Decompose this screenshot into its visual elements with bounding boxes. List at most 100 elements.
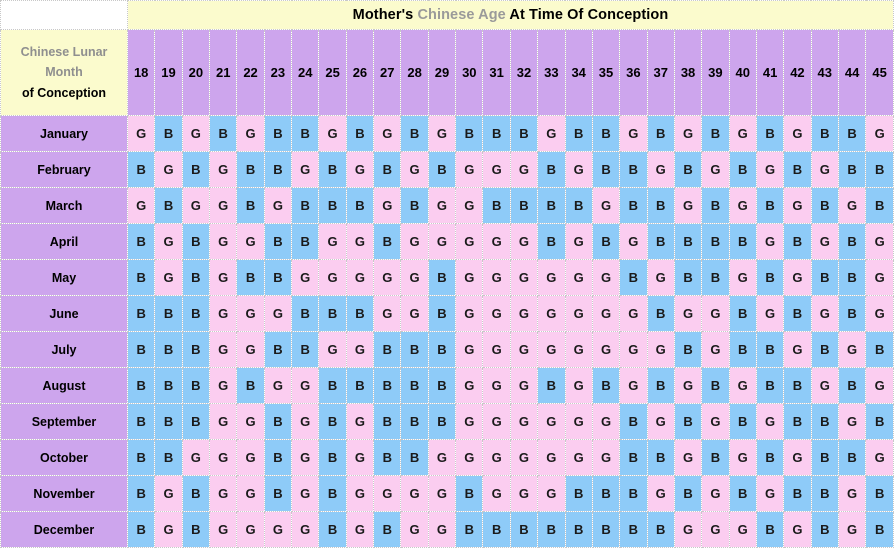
prediction-cell: B xyxy=(126,295,156,332)
prediction-cell: B xyxy=(837,115,867,152)
prediction-cell: B xyxy=(345,115,375,152)
prediction-cell: B xyxy=(865,151,894,188)
prediction-cell: G xyxy=(673,367,703,404)
prediction-cell: B xyxy=(181,511,211,548)
prediction-cell: G xyxy=(591,403,621,440)
prediction-cell: B xyxy=(564,475,593,512)
gender-prediction-table: Mother's Chinese Age At Time Of Concepti… xyxy=(0,0,894,548)
prediction-cell: B xyxy=(673,223,703,260)
prediction-cell: B xyxy=(783,475,812,512)
prediction-cell: B xyxy=(537,223,566,260)
prediction-cell: B xyxy=(564,511,593,548)
prediction-cell: G xyxy=(181,115,211,152)
prediction-cell: B xyxy=(646,187,675,224)
prediction-cell: B xyxy=(263,223,293,260)
prediction-cell: B xyxy=(673,403,703,440)
age-column-header: 44 xyxy=(837,29,867,116)
prediction-cell: B xyxy=(564,115,593,152)
lunar-month-header: Chinese Lunar Month of Conception xyxy=(0,29,128,116)
prediction-cell: G xyxy=(154,511,183,548)
prediction-cell: G xyxy=(209,259,238,296)
prediction-cell: G xyxy=(564,403,593,440)
prediction-cell: G xyxy=(263,295,293,332)
prediction-cell: B xyxy=(755,439,785,476)
prediction-cell: G xyxy=(537,115,566,152)
prediction-cell: B xyxy=(701,259,730,296)
prediction-cell: B xyxy=(427,151,457,188)
prediction-cell: B xyxy=(810,511,839,548)
prediction-cell: B xyxy=(619,439,648,476)
prediction-cell: B xyxy=(263,403,293,440)
prediction-cell: B xyxy=(154,439,183,476)
prediction-cell: B xyxy=(482,511,511,548)
prediction-cell: G xyxy=(427,439,457,476)
prediction-cell: G xyxy=(400,259,429,296)
prediction-cell: G xyxy=(455,223,484,260)
prediction-cell: B xyxy=(755,259,785,296)
age-column-header: 36 xyxy=(619,29,648,116)
prediction-cell: G xyxy=(181,439,211,476)
prediction-cell: B xyxy=(537,367,566,404)
prediction-cell: G xyxy=(564,223,593,260)
prediction-cell: G xyxy=(646,475,675,512)
chinese-gender-chart: Mother's Chinese Age At Time Of Concepti… xyxy=(0,0,894,548)
age-column-header: 32 xyxy=(509,29,539,116)
age-column-header: 24 xyxy=(291,29,320,116)
prediction-cell: G xyxy=(783,439,812,476)
prediction-cell: G xyxy=(701,151,730,188)
prediction-cell: B xyxy=(810,439,839,476)
prediction-cell: B xyxy=(865,511,894,548)
prediction-cell: B xyxy=(646,115,675,152)
prediction-cell: G xyxy=(455,439,484,476)
title-highlight: Chinese Age xyxy=(417,7,506,23)
prediction-cell: G xyxy=(810,295,839,332)
prediction-cell: G xyxy=(564,151,593,188)
table-row: August B B B G B G G B B B B B G G G B G B G B G B G B B G B G xyxy=(0,367,894,404)
prediction-cell: B xyxy=(728,151,757,188)
prediction-cell: B xyxy=(318,511,347,548)
table-row: May B G B G B B G G G G G B G G G G G G B G B B G B G B B G xyxy=(0,259,894,296)
prediction-cell: G xyxy=(537,403,566,440)
prediction-cell: B xyxy=(427,403,457,440)
prediction-cell: G xyxy=(263,367,293,404)
prediction-cell: B xyxy=(728,475,757,512)
prediction-cell: G xyxy=(345,223,375,260)
prediction-cell: G xyxy=(345,511,375,548)
age-column-header: 45 xyxy=(865,29,894,116)
prediction-cell: B xyxy=(591,151,621,188)
prediction-cell: B xyxy=(291,223,320,260)
age-column-header: 30 xyxy=(455,29,484,116)
prediction-cell: B xyxy=(673,151,703,188)
prediction-cell: G xyxy=(837,403,867,440)
prediction-cell: B xyxy=(619,511,648,548)
prediction-cell: G xyxy=(482,331,511,368)
prediction-cell: G xyxy=(427,511,457,548)
prediction-cell: B xyxy=(783,223,812,260)
prediction-cell: G xyxy=(482,439,511,476)
month-label: April xyxy=(0,223,128,260)
prediction-cell: G xyxy=(373,259,402,296)
prediction-cell: G xyxy=(236,475,265,512)
prediction-cell: B xyxy=(591,223,621,260)
prediction-cell: B xyxy=(291,187,320,224)
prediction-cell: G xyxy=(455,259,484,296)
prediction-cell: B xyxy=(345,367,375,404)
prediction-cell: B xyxy=(728,223,757,260)
month-label: September xyxy=(0,403,128,440)
prediction-cell: G xyxy=(837,187,867,224)
prediction-cell: G xyxy=(455,295,484,332)
prediction-cell: G xyxy=(646,259,675,296)
month-label: July xyxy=(0,331,128,368)
table-row: March G B G G B G B B B G B G G B B B B G B B G B G B G B G B xyxy=(0,187,894,224)
prediction-cell: G xyxy=(263,511,293,548)
prediction-cell: G xyxy=(455,151,484,188)
prediction-cell: G xyxy=(509,295,539,332)
prediction-cell: B xyxy=(455,475,484,512)
table-row: June B B B G G G B B B G G B G G G G G G G B G G B G B G B G xyxy=(0,295,894,332)
prediction-cell: B xyxy=(701,439,730,476)
prediction-cell: G xyxy=(400,475,429,512)
age-column-header: 25 xyxy=(318,29,347,116)
prediction-cell: G xyxy=(619,115,648,152)
prediction-cell: B xyxy=(181,367,211,404)
table-row: April B G B G G B B G G B G G G G G B G B G B B B B G B G B G xyxy=(0,223,894,260)
